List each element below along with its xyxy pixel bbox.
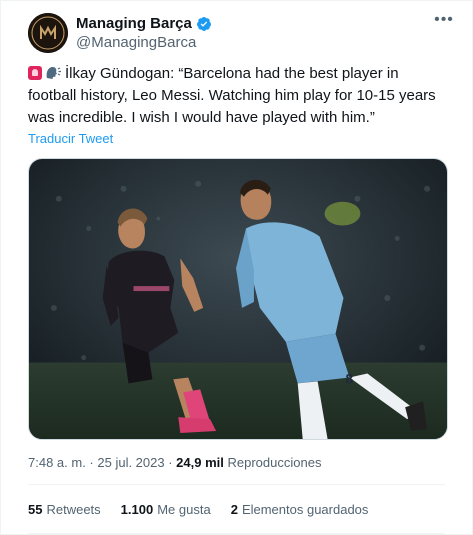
siren-emoji-icon [28, 66, 42, 80]
retweets-stat[interactable]: 55 Retweets [28, 501, 101, 519]
tweet-media-photo[interactable]: 8 [28, 158, 448, 440]
author-handle[interactable]: @ManagingBarca [76, 33, 212, 53]
tweet-header: Managing Barça @ManagingBarca ••• [28, 12, 456, 53]
svg-text:8: 8 [345, 370, 353, 386]
author-display-name[interactable]: Managing Barça [76, 14, 192, 33]
meta-separator: · [85, 455, 98, 470]
tweet-date[interactable]: 25 jul. 2023 [97, 455, 164, 470]
bookmarks-label: Elementos guardados [241, 502, 369, 517]
more-options-icon[interactable]: ••• [432, 12, 456, 33]
divider-bottom [28, 533, 445, 534]
tweet-time[interactable]: 7:48 a. m. [28, 455, 86, 470]
tweet-text: İlkay Gündogan: “Barcelona had the best … [28, 63, 448, 129]
managing-barca-logo-icon [28, 13, 68, 53]
retweets-label: Retweets [46, 502, 101, 517]
divider [28, 484, 445, 485]
football-match-photo-icon: 8 [29, 159, 447, 439]
verified-badge-icon[interactable] [196, 16, 212, 32]
likes-stat[interactable]: 1.100 Me gusta [121, 501, 211, 519]
bookmarks-count: 2 [230, 502, 238, 517]
views-label: Reproducciones [227, 455, 322, 470]
author-display-name-row[interactable]: Managing Barça [76, 14, 212, 33]
translate-tweet-link[interactable]: Traducir Tweet [28, 131, 113, 147]
meta-separator-2: · [164, 455, 177, 470]
avatar[interactable] [28, 13, 68, 53]
author-names: Managing Barça @ManagingBarca [76, 14, 212, 53]
bookmarks-stat[interactable]: 2 Elementos guardados [231, 501, 369, 519]
likes-label: Me gusta [157, 502, 211, 517]
tweet-stats: 55 Retweets 1.100 Me gusta 2 Elementos guar… [28, 501, 368, 519]
speaking-head-emoji-icon [46, 66, 61, 79]
retweets-count: 55 [28, 502, 43, 517]
tweet-body: İlkay Gündogan: “Barcelona had the best … [28, 65, 436, 126]
likes-count: 1.100 [120, 502, 154, 517]
tweet-card: Managing Barça @ManagingBarca ••• İlkay … [0, 0, 473, 535]
views-count: 24,9 mil [176, 455, 224, 470]
tweet-meta: 7:48 a. m. · 25 jul. 2023 · 24,9 mil Rep… [28, 454, 321, 472]
